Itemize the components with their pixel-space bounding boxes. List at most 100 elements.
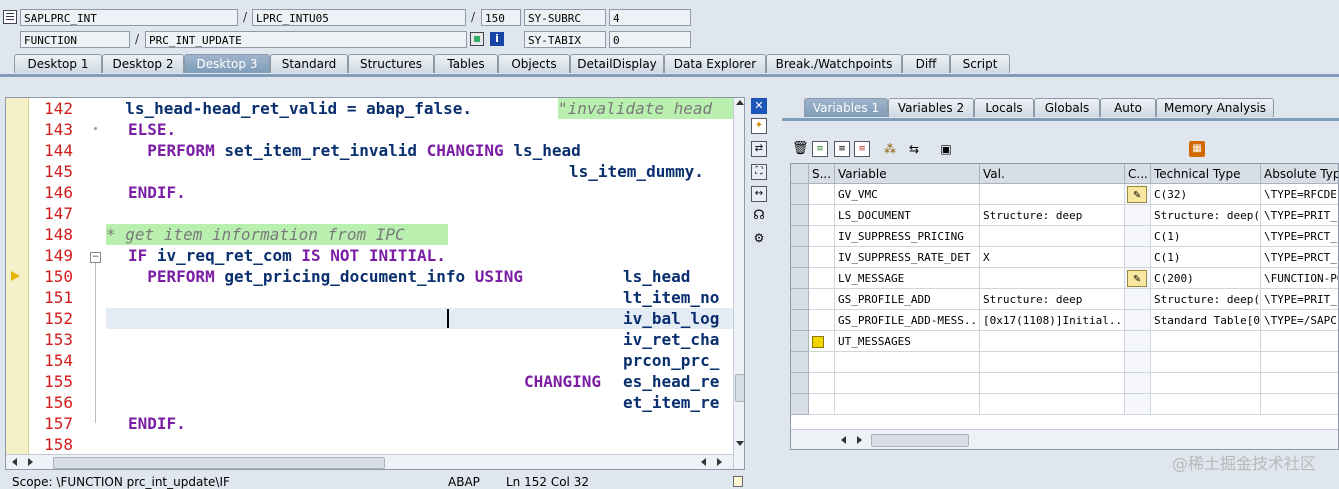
tab-tables[interactable]: Tables <box>434 54 498 73</box>
swap-tool-icon[interactable]: ⇄ <box>751 141 767 157</box>
hierarchy-icon[interactable]: ⁂ <box>882 141 898 157</box>
row-selector[interactable] <box>791 373 809 394</box>
scroll-left-icon[interactable] <box>12 458 17 466</box>
column-header-variable[interactable]: Variable <box>835 164 980 184</box>
fold-collapse-icon[interactable]: − <box>90 252 101 263</box>
tab-globals[interactable]: Globals <box>1034 98 1100 117</box>
import-icon[interactable]: ≡ <box>834 141 850 157</box>
tab-memory-analysis[interactable]: Memory Analysis <box>1156 98 1274 117</box>
document-icon[interactable] <box>733 476 743 487</box>
value-cell[interactable]: Structure: deep <box>980 289 1125 310</box>
column-header-value[interactable]: Val. <box>980 164 1125 184</box>
scroll-down-icon[interactable] <box>736 441 744 446</box>
variable-cell[interactable]: IV_SUPPRESS_RATE_DET <box>835 247 980 268</box>
editor-horizontal-scrollbar[interactable] <box>6 454 733 469</box>
function-name-field[interactable]: PRC_INT_UPDATE <box>145 31 467 48</box>
tab-script[interactable]: Script <box>950 54 1010 73</box>
maximize-icon[interactable]: ⛶ <box>751 164 767 180</box>
row-selector[interactable] <box>791 184 809 205</box>
column-header-status[interactable]: S... <box>809 164 835 184</box>
window-icon[interactable]: ▣ <box>938 141 954 157</box>
tab-objects[interactable]: Objects <box>498 54 570 73</box>
variable-cell[interactable]: LV_MESSAGE <box>835 268 980 289</box>
editor-horizontal-thumb[interactable] <box>53 457 385 469</box>
scroll-left-icon[interactable] <box>701 458 706 466</box>
save-icon[interactable]: ▦ <box>1189 141 1205 157</box>
column-header-change[interactable]: C... <box>1125 164 1151 184</box>
sysval1-field[interactable]: 4 <box>609 9 691 26</box>
sysvar1-field[interactable]: SY-SUBRC <box>524 9 606 26</box>
value-cell[interactable] <box>980 226 1125 247</box>
delete-icon[interactable]: 🗑 <box>792 141 809 157</box>
variable-cell[interactable]: IV_SUPPRESS_PRICING <box>835 226 980 247</box>
navigate-icon[interactable]: ⇆ <box>906 141 922 157</box>
tab-diff[interactable]: Diff <box>902 54 950 73</box>
tab-structures[interactable]: Structures <box>348 54 434 73</box>
row-selector[interactable] <box>791 268 809 289</box>
scroll-up-icon[interactable] <box>736 100 744 105</box>
value-cell[interactable]: X <box>980 247 1125 268</box>
row-selector[interactable] <box>791 331 809 352</box>
variable-cell[interactable]: UT_MESSAGES <box>835 331 980 352</box>
type-field[interactable]: FUNCTION <box>20 31 130 48</box>
variable-cell[interactable]: LS_DOCUMENT <box>835 205 980 226</box>
row-selector[interactable] <box>791 205 809 226</box>
sysvar2-field[interactable]: SY-TABIX <box>524 31 606 48</box>
settings-icon[interactable]: ⚙ <box>751 230 767 246</box>
sysval2-field[interactable]: 0 <box>609 31 691 48</box>
tab-data-explorer[interactable]: Data Explorer <box>664 54 766 73</box>
value-cell[interactable] <box>980 184 1125 205</box>
value-cell[interactable] <box>980 331 1125 352</box>
column-header-technical-type[interactable]: Technical Type <box>1151 164 1261 184</box>
breakpoint-gutter[interactable] <box>6 98 29 469</box>
row-selector[interactable] <box>791 310 809 331</box>
tab-variables-1[interactable]: Variables 1 <box>804 98 888 117</box>
program-field[interactable]: SAPLPRC_INT <box>20 9 238 26</box>
grid-horizontal-scrollbar[interactable] <box>791 429 1338 449</box>
grid-horizontal-thumb[interactable] <box>871 434 969 447</box>
variable-cell[interactable]: GS_PROFILE_ADD <box>835 289 980 310</box>
row-selector[interactable] <box>791 394 809 415</box>
tab-locals[interactable]: Locals <box>974 98 1034 117</box>
value-cell[interactable]: Structure: deep <box>980 205 1125 226</box>
variables-table[interactable]: S... Variable Val. C... Technical Type A… <box>790 163 1339 450</box>
tab-desktop-1[interactable]: Desktop 1 <box>14 54 102 73</box>
display-object-icon[interactable] <box>470 32 484 46</box>
tab-auto[interactable]: Auto <box>1100 98 1156 117</box>
tab-detaildisplay[interactable]: DetailDisplay <box>570 54 664 73</box>
column-header-absolute-type[interactable]: Absolute Type <box>1261 164 1338 184</box>
tab-variables-2[interactable]: Variables 2 <box>888 98 974 117</box>
tab-standard[interactable]: Standard <box>270 54 348 73</box>
scroll-right-icon[interactable] <box>28 458 33 466</box>
pencil-icon[interactable]: ✎ <box>1127 186 1147 203</box>
edit-list-icon[interactable]: ≡ <box>812 141 828 157</box>
change-cell[interactable]: ✎ <box>1125 268 1151 289</box>
export-icon[interactable]: ≡ <box>854 141 870 157</box>
row-selector[interactable] <box>791 289 809 310</box>
services-icon[interactable]: ☊ <box>751 208 767 224</box>
code-editor[interactable]: − 142 143 144 145 146 147 148 149 150 15… <box>5 97 745 470</box>
variable-cell[interactable]: GS_PROFILE_ADD-MESS... <box>835 310 980 331</box>
new-tool-icon[interactable]: ✦ <box>751 118 767 134</box>
scroll-right-icon[interactable] <box>717 458 722 466</box>
variable-cell[interactable]: GV_VMC <box>835 184 980 205</box>
resize-icon[interactable]: ↔ <box>751 186 767 202</box>
tab-breakpoints[interactable]: Break./Watchpoints <box>766 54 902 73</box>
editor-vertical-thumb[interactable] <box>735 374 744 402</box>
value-cell[interactable] <box>980 268 1125 289</box>
row-selector[interactable] <box>791 247 809 268</box>
include-field[interactable]: LPRC_INTU05 <box>252 9 466 26</box>
info-icon[interactable]: i <box>490 32 504 46</box>
value-cell[interactable]: [0x17(1108)]Initial... <box>980 310 1125 331</box>
row-selector[interactable] <box>791 226 809 247</box>
scroll-right-icon[interactable] <box>857 436 862 444</box>
line-field[interactable]: 150 <box>481 9 521 26</box>
tab-desktop-2[interactable]: Desktop 2 <box>102 54 184 73</box>
tab-desktop-3[interactable]: Desktop 3 <box>184 54 270 73</box>
scroll-left-icon[interactable] <box>841 436 846 444</box>
change-cell[interactable]: ✎ <box>1125 184 1151 205</box>
row-selector[interactable] <box>791 352 809 373</box>
editor-vertical-scrollbar[interactable] <box>733 98 744 469</box>
close-icon[interactable]: ✕ <box>751 98 767 114</box>
pencil-icon[interactable]: ✎ <box>1127 270 1147 287</box>
